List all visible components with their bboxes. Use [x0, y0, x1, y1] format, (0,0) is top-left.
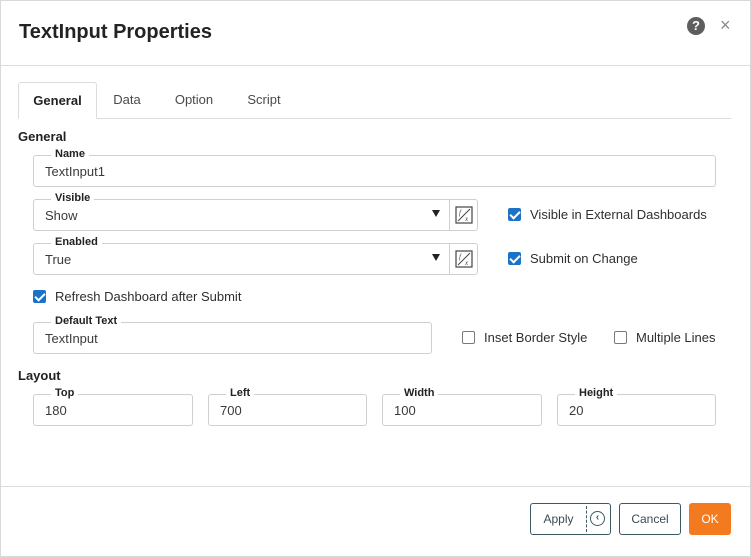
- height-value: 20: [569, 403, 584, 418]
- tab-bar: General Data Option Script: [18, 82, 731, 119]
- enabled-select[interactable]: Enabled True f x: [33, 236, 478, 275]
- width-value: 100: [394, 403, 416, 418]
- enabled-value: True: [45, 252, 72, 267]
- inset-border-label: Inset Border Style: [484, 330, 588, 345]
- multiple-lines-checkbox[interactable]: Multiple Lines: [614, 330, 716, 345]
- svg-text:x: x: [464, 215, 469, 223]
- visible-external-checkbox[interactable]: Visible in External Dashboards: [508, 207, 707, 222]
- help-icon[interactable]: ?: [687, 17, 705, 35]
- chevron-down-icon[interactable]: [432, 254, 440, 261]
- close-icon[interactable]: ×: [720, 15, 731, 35]
- properties-dialog: TextInput Properties ? × General Data Op…: [0, 0, 751, 557]
- left-field[interactable]: Left 700: [208, 387, 367, 426]
- default-text-field[interactable]: Default Text TextInput: [33, 315, 432, 354]
- width-label: Width: [400, 387, 439, 400]
- apply-divider: [586, 506, 587, 532]
- formula-fx-icon: f x: [454, 206, 473, 224]
- multiple-lines-label: Multiple Lines: [636, 330, 716, 345]
- checkbox-checked-icon[interactable]: [508, 208, 521, 221]
- default-text-label: Default Text: [51, 315, 122, 328]
- svg-text:f: f: [459, 253, 462, 261]
- chevron-down-icon[interactable]: [432, 210, 440, 217]
- formula-button[interactable]: f x: [449, 244, 477, 274]
- checkbox-checked-icon[interactable]: [508, 252, 521, 265]
- checkbox-unchecked-icon[interactable]: [462, 331, 475, 344]
- history-back-icon[interactable]: ‹: [590, 511, 605, 526]
- top-field[interactable]: Top 180: [33, 387, 193, 426]
- width-field[interactable]: Width 100: [382, 387, 542, 426]
- svg-text:f: f: [459, 209, 462, 217]
- tab-script[interactable]: Script: [236, 82, 292, 119]
- name-label: Name: [51, 148, 89, 161]
- submit-on-change-label: Submit on Change: [530, 251, 638, 266]
- top-label: Top: [51, 387, 79, 400]
- submit-on-change-checkbox[interactable]: Submit on Change: [508, 251, 638, 266]
- layout-section-heading: Layout: [18, 368, 61, 383]
- footer-divider: [1, 486, 751, 487]
- top-value: 180: [45, 403, 67, 418]
- apply-button[interactable]: Apply ‹: [530, 503, 611, 535]
- inset-border-checkbox[interactable]: Inset Border Style: [462, 330, 587, 345]
- dialog-title: TextInput Properties: [19, 21, 212, 43]
- cancel-button[interactable]: Cancel: [619, 503, 681, 535]
- visible-select[interactable]: Visible Show f x: [33, 192, 478, 231]
- tab-general[interactable]: General: [18, 82, 97, 119]
- visible-label: Visible: [51, 192, 95, 205]
- formula-fx-icon: f x: [454, 250, 473, 268]
- left-value: 700: [220, 403, 242, 418]
- name-value: TextInput1: [45, 164, 105, 179]
- refresh-after-submit-checkbox[interactable]: Refresh Dashboard after Submit: [33, 289, 241, 304]
- formula-button[interactable]: f x: [449, 200, 477, 230]
- enabled-label: Enabled: [51, 236, 102, 249]
- refresh-after-submit-label: Refresh Dashboard after Submit: [55, 289, 242, 304]
- checkbox-checked-icon[interactable]: [33, 290, 46, 303]
- checkbox-unchecked-icon[interactable]: [614, 331, 627, 344]
- height-field[interactable]: Height 20: [557, 387, 716, 426]
- tab-data[interactable]: Data: [103, 82, 151, 119]
- default-text-value: TextInput: [45, 331, 98, 346]
- general-section-heading: General: [18, 129, 67, 144]
- ok-button[interactable]: OK: [689, 503, 731, 535]
- visible-value: Show: [45, 208, 78, 223]
- tab-option[interactable]: Option: [164, 82, 224, 119]
- left-label: Left: [226, 387, 255, 400]
- name-field[interactable]: Name TextInput1: [33, 148, 716, 187]
- header-divider: [1, 65, 751, 66]
- visible-external-label: Visible in External Dashboards: [530, 207, 707, 222]
- svg-text:x: x: [464, 259, 469, 267]
- height-label: Height: [575, 387, 618, 400]
- apply-label: Apply: [543, 512, 574, 526]
